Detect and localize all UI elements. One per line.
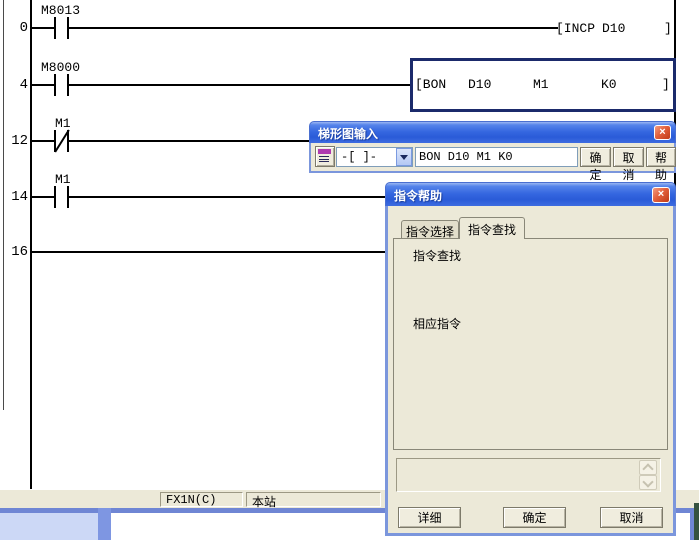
instruction-input[interactable]: [415, 147, 578, 167]
ok-button[interactable]: 确定: [503, 507, 566, 528]
scrollbar-block[interactable]: [98, 508, 111, 540]
cancel-button[interactable]: 取消: [600, 507, 663, 528]
tab-instruction-select[interactable]: 指令选择: [401, 220, 459, 238]
symbol-tool-button[interactable]: [315, 146, 335, 167]
chevron-up-icon: [642, 463, 653, 474]
step-number: 16: [0, 244, 28, 260]
help-button[interactable]: 帮助: [646, 147, 676, 167]
tab-instruction-search[interactable]: 指令查找: [459, 217, 525, 239]
left-power-rail: [30, 0, 32, 489]
help-title: 指令帮助: [394, 187, 442, 204]
instruction-operand[interactable]: K0: [601, 77, 617, 92]
instruction-bon[interactable]: [BON: [415, 77, 446, 92]
instruction-incp[interactable]: [INCP: [556, 21, 595, 36]
instruction-close-bracket: ]: [662, 77, 670, 92]
detail-button[interactable]: 详细: [398, 507, 461, 528]
instruction-operand[interactable]: M1: [533, 77, 549, 92]
ladder-symbol-icon: [318, 149, 331, 163]
result-group-label: 相应指令: [410, 315, 464, 332]
help-titlebar[interactable]: 指令帮助 ×: [385, 182, 676, 206]
rung-wire: [31, 196, 54, 198]
ok-button[interactable]: 确定: [580, 147, 611, 167]
contact-bar[interactable]: [54, 74, 56, 96]
scrollbar-thumb-block[interactable]: [0, 513, 98, 540]
contact-bar[interactable]: [67, 74, 69, 96]
chevron-down-icon: [642, 476, 653, 487]
rung-wire: [31, 84, 54, 86]
instruction-operand[interactable]: D10: [602, 21, 625, 36]
contact-bar[interactable]: [67, 186, 69, 208]
ladder-input-body: -[ ]- 确定 取消 帮助: [309, 143, 676, 173]
rung-wire: [69, 27, 558, 29]
contact-label: M8013: [41, 3, 80, 18]
chevron-down-icon[interactable]: [396, 148, 412, 166]
contact-label: M1: [55, 172, 71, 187]
ladder-input-titlebar[interactable]: 梯形图输入 ×: [309, 121, 676, 143]
left-margin-line: [3, 0, 4, 410]
contact-bar[interactable]: [54, 186, 56, 208]
step-number: 14: [0, 189, 28, 205]
instruction-close-bracket: ]: [664, 21, 672, 36]
screen: 0 M8013 [INCP D10 ] 4 M8000 [BON D10 M1 …: [0, 0, 699, 540]
step-number: 4: [0, 77, 28, 93]
tab-panel: [393, 238, 668, 450]
search-group-label: 指令查找: [410, 247, 464, 264]
step-number: 12: [0, 133, 28, 149]
help-body: 指令选择 指令查找 指令查找 前方一致 部分一致 相应指令 详细 确定 取消: [385, 206, 676, 536]
step-number: 0: [0, 20, 28, 36]
description-box: [396, 458, 661, 492]
ladder-input-dialog: 梯形图输入 × -[ ]- 确定 取消 帮助: [309, 121, 676, 173]
rung-wire: [69, 84, 410, 86]
scroll-down-button[interactable]: [639, 475, 657, 490]
scroll-up-button[interactable]: [639, 460, 657, 475]
close-icon[interactable]: ×: [654, 125, 671, 140]
rung-wire: [31, 27, 54, 29]
cancel-button[interactable]: 取消: [613, 147, 644, 167]
contact-label: M8000: [41, 60, 80, 75]
rung-wire: [31, 140, 54, 142]
contact-bar[interactable]: [54, 17, 56, 39]
symbol-combobox[interactable]: -[ ]-: [336, 147, 413, 167]
station-field: 本站: [246, 492, 381, 507]
contact-label: M1: [55, 116, 71, 131]
instruction-operand[interactable]: D10: [468, 77, 491, 92]
plc-type-field: FX1N(C): [160, 492, 243, 507]
ladder-input-title: 梯形图输入: [318, 125, 378, 142]
close-icon[interactable]: ×: [652, 187, 670, 203]
instruction-help-dialog: 指令帮助 × 指令选择 指令查找 指令查找 前方一致 部分一致 相应指令 详细 …: [385, 182, 676, 536]
contact-bar[interactable]: [67, 17, 69, 39]
desktop-sliver: [694, 503, 699, 540]
